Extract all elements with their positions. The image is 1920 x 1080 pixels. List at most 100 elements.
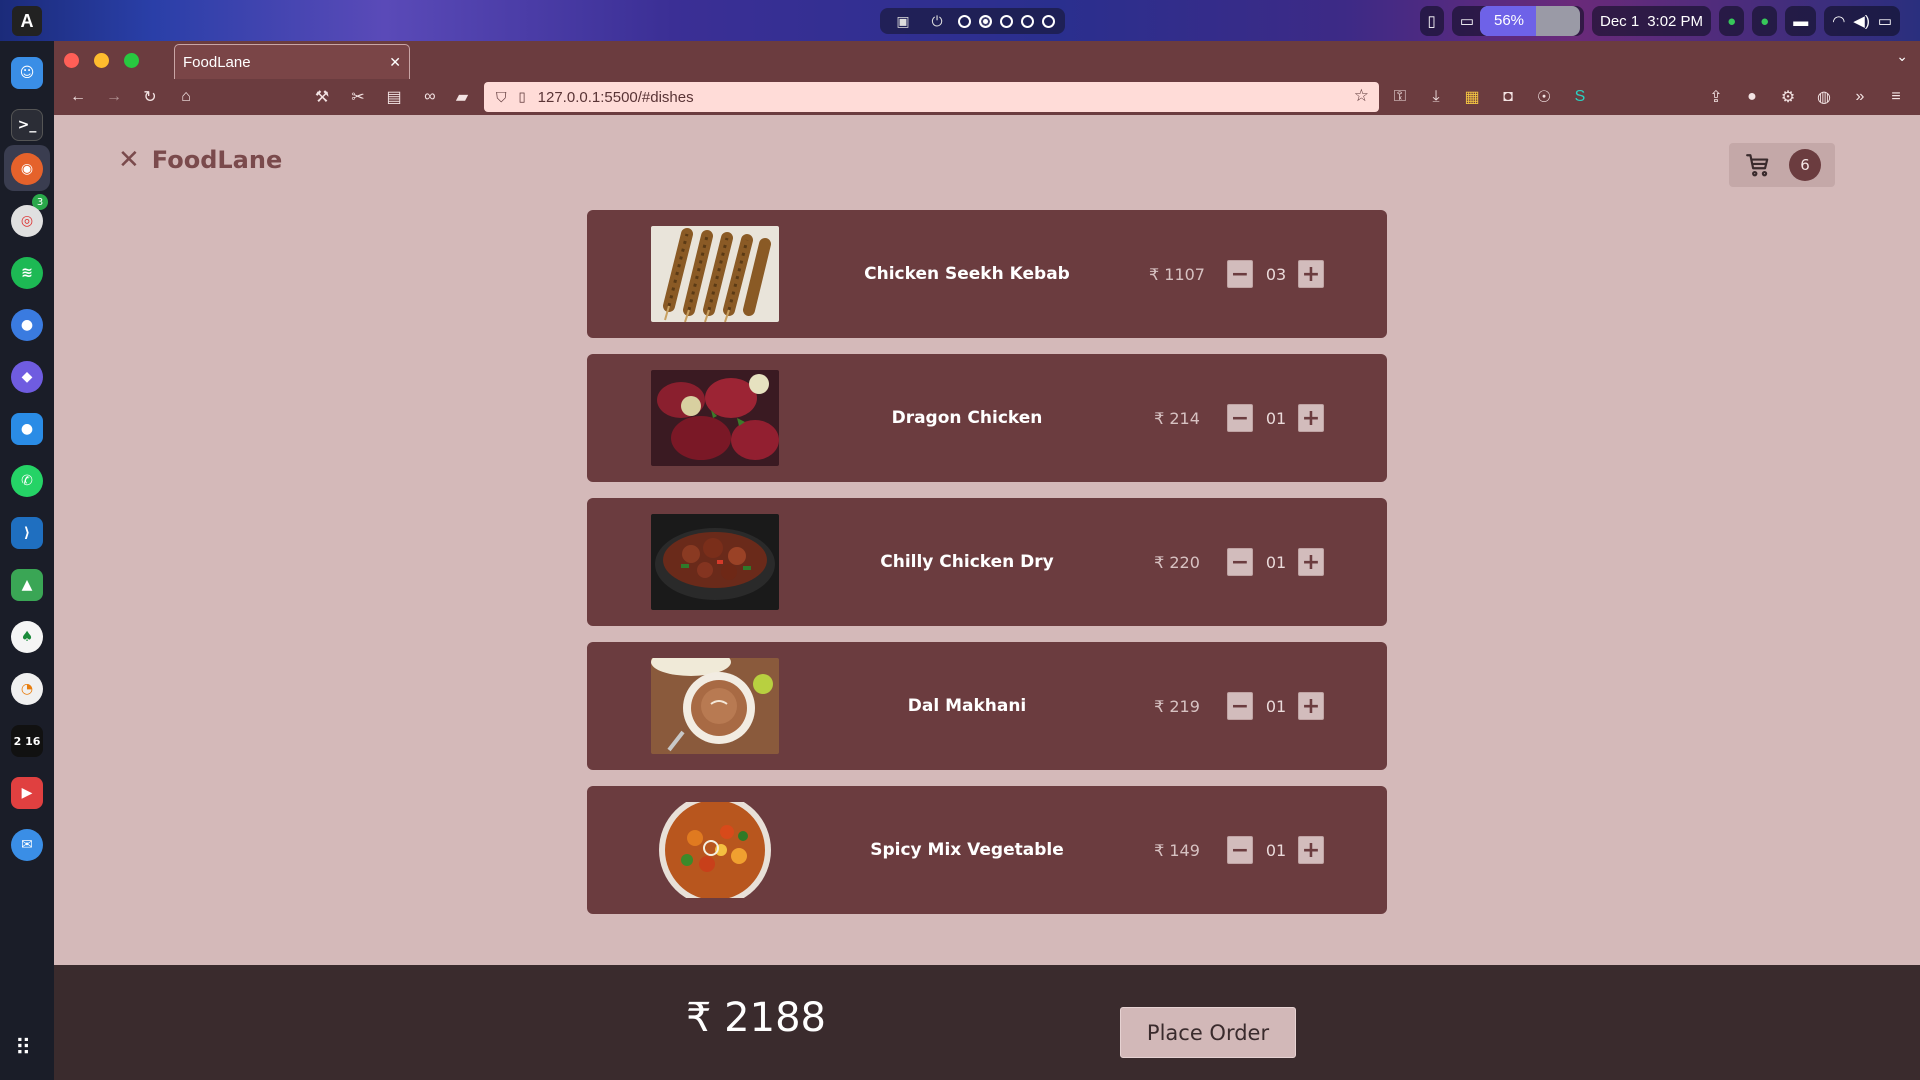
maximize-window-button[interactable] (124, 53, 139, 68)
close-icon[interactable]: ✕ (389, 54, 401, 71)
private-mask-icon[interactable]: ∞ (418, 85, 442, 109)
menu-icon[interactable]: ≡ (1884, 85, 1908, 109)
dish-card: Spicy Mix Vegetable ₹ 149 − 01 + (587, 786, 1387, 914)
power-icon[interactable]: ⏻ (924, 8, 950, 34)
clock[interactable]: Dec 1 3:02 PM (1592, 6, 1712, 36)
home-icon[interactable]: ⌂ (174, 85, 198, 109)
reader-view-icon[interactable]: ▤ (382, 85, 406, 109)
close-window-button[interactable] (64, 53, 79, 68)
dish-price: ₹ 149 (1154, 840, 1200, 860)
increase-quantity-button[interactable]: + (1298, 692, 1324, 720)
decrease-quantity-button[interactable]: − (1227, 836, 1253, 864)
workspace-dot-4[interactable] (1021, 14, 1034, 28)
battery-icon: ▭ (1459, 13, 1474, 30)
system-top-bar: A ▣ ⏻ ▯ ▭ 56% Dec 1 3:02 PM ● ● ▬ ◠ ◀) ▭ (0, 0, 1920, 41)
share-icon[interactable]: ⇪ (1704, 85, 1728, 109)
quantity-value: 01 (1265, 408, 1287, 428)
account-icon[interactable]: ● (1740, 85, 1764, 109)
messenger-icon[interactable]: ● (11, 413, 43, 445)
dish-card: Dal Makhani ₹ 219 − 01 + (587, 642, 1387, 770)
bookmark-star-icon[interactable]: ☆ (1354, 86, 1369, 106)
dish-price: ₹ 220 (1154, 552, 1200, 572)
spotify-icon[interactable]: ≋ (11, 257, 43, 289)
increase-quantity-button[interactable]: + (1298, 548, 1324, 576)
key-icon[interactable]: ⚿ (1388, 85, 1412, 109)
cart-button[interactable]: 6 (1729, 143, 1835, 187)
media-downloader-icon[interactable]: ▶ (11, 777, 43, 809)
battery-widget[interactable]: ▭ 56% (1451, 6, 1584, 36)
quantity-value: 01 (1265, 552, 1287, 572)
back-icon[interactable]: ← (66, 85, 90, 109)
workspace-dot-2[interactable] (979, 14, 992, 28)
dish-name: Spicy Mix Vegetable (870, 840, 1064, 860)
finder-icon[interactable]: ☺ (11, 57, 43, 89)
decrease-quantity-button[interactable]: − (1227, 692, 1253, 720)
dish-price: ₹ 214 (1154, 408, 1200, 428)
settings-gear-icon[interactable]: ⚙ (1776, 85, 1800, 109)
android-studio-icon[interactable]: ▲ (11, 569, 43, 601)
shield-icon[interactable]: ⛉ (496, 89, 507, 106)
clipboard-icon[interactable]: ▣ (890, 8, 916, 34)
phone-icon[interactable]: ▯ (1419, 6, 1444, 36)
workspace-switcher: ▣ ⏻ (880, 8, 1065, 34)
wrench-icon[interactable]: ⚒ (310, 85, 334, 109)
app-grid-icon[interactable]: ⠿ (15, 1036, 31, 1061)
clock-app-icon[interactable]: 2 16 (11, 725, 43, 757)
display-icon[interactable]: ▬ (1785, 6, 1817, 36)
battery-tray-icon: ▭ (1877, 13, 1892, 30)
increase-quantity-button[interactable]: + (1298, 836, 1324, 864)
dish-image-chilly-chicken (651, 514, 779, 610)
firefox-icon[interactable]: ◉ (11, 153, 43, 185)
place-order-button[interactable]: Place Order (1120, 1007, 1296, 1058)
browser-window: FoodLane ✕ ⌄ ← → ↻ ⌂ ⚒ ✂ ▤ ∞ ▰ ⛉ ▯ 127.0… (54, 41, 1920, 1080)
forward-icon[interactable]: → (102, 85, 126, 109)
dish-name: Dal Makhani (907, 696, 1027, 716)
order-footer: ₹ 2188 Place Order (54, 965, 1920, 1080)
mongodb-icon[interactable]: ♠ (11, 621, 43, 653)
chevron-down-icon[interactable]: ⌄ (1896, 49, 1908, 65)
terminal-icon[interactable]: >_ (11, 109, 43, 141)
screenshot-icon[interactable]: ✂ (346, 85, 370, 109)
decrease-quantity-button[interactable]: − (1227, 548, 1253, 576)
url-text[interactable]: 127.0.0.1:5500/#dishes (538, 89, 694, 106)
workspace-dot-1[interactable] (958, 14, 971, 28)
increase-quantity-button[interactable]: + (1298, 404, 1324, 432)
dish-image-spicy-mix-vegetable (651, 802, 779, 898)
dish-card: Chilly Chicken Dry ₹ 220 − 01 + (587, 498, 1387, 626)
download-icon[interactable]: ⤓ (1424, 85, 1448, 109)
status-icons[interactable]: ◠ ◀) ▭ (1824, 6, 1900, 36)
tab-title: FoodLane (183, 53, 251, 71)
logo-text: FoodLane (151, 146, 283, 174)
decrease-quantity-button[interactable]: − (1227, 260, 1253, 288)
obsidian-icon[interactable]: ◆ (11, 361, 43, 393)
site-logo[interactable]: ✕ FoodLane (118, 145, 282, 175)
profile-icon[interactable]: ◍ (1812, 85, 1836, 109)
workspace-dot-3[interactable] (1000, 14, 1013, 28)
apps-grid-extension-icon[interactable]: ▦ (1460, 85, 1484, 109)
workspace-dot-5[interactable] (1042, 14, 1055, 28)
chrome-icon[interactable]: ◎ (11, 205, 43, 237)
overflow-chevrons-icon[interactable]: » (1848, 85, 1872, 109)
container-icon[interactable]: ▰ (450, 85, 474, 109)
whatsapp-icon[interactable]: ✆ (11, 465, 43, 497)
blender-icon[interactable]: ◔ (11, 673, 43, 705)
minimize-window-button[interactable] (94, 53, 109, 68)
thunderbird-icon[interactable]: ✉ (11, 829, 43, 861)
navigation-bar: ← → ↻ ⌂ ⚒ ✂ ▤ ∞ ▰ ⛉ ▯ 127.0.0.1:5500/#di… (54, 79, 1920, 115)
increase-quantity-button[interactable]: + (1298, 260, 1324, 288)
owl-extension-icon[interactable]: ☉ (1532, 85, 1556, 109)
os-menu-icon[interactable]: A (12, 6, 42, 36)
whatsapp-tray-icon-2[interactable]: ● (1752, 6, 1778, 36)
reload-icon[interactable]: ↻ (138, 85, 162, 109)
dish-price: ₹ 219 (1154, 696, 1200, 716)
address-bar[interactable]: ⛉ ▯ 127.0.0.1:5500/#dishes ☆ (484, 82, 1379, 112)
vscode-icon[interactable]: ⟩ (11, 517, 43, 549)
order-total: ₹ 2188 (686, 995, 826, 1041)
whatsapp-tray-icon[interactable]: ● (1719, 6, 1745, 36)
decrease-quantity-button[interactable]: − (1227, 404, 1253, 432)
s-extension-icon[interactable]: S (1568, 85, 1592, 109)
tab-foodlane[interactable]: FoodLane ✕ (174, 44, 410, 79)
chat-icon[interactable]: ● (11, 309, 43, 341)
battery-level: 56% (1480, 6, 1580, 36)
extension-icon[interactable]: ◘ (1496, 85, 1520, 109)
